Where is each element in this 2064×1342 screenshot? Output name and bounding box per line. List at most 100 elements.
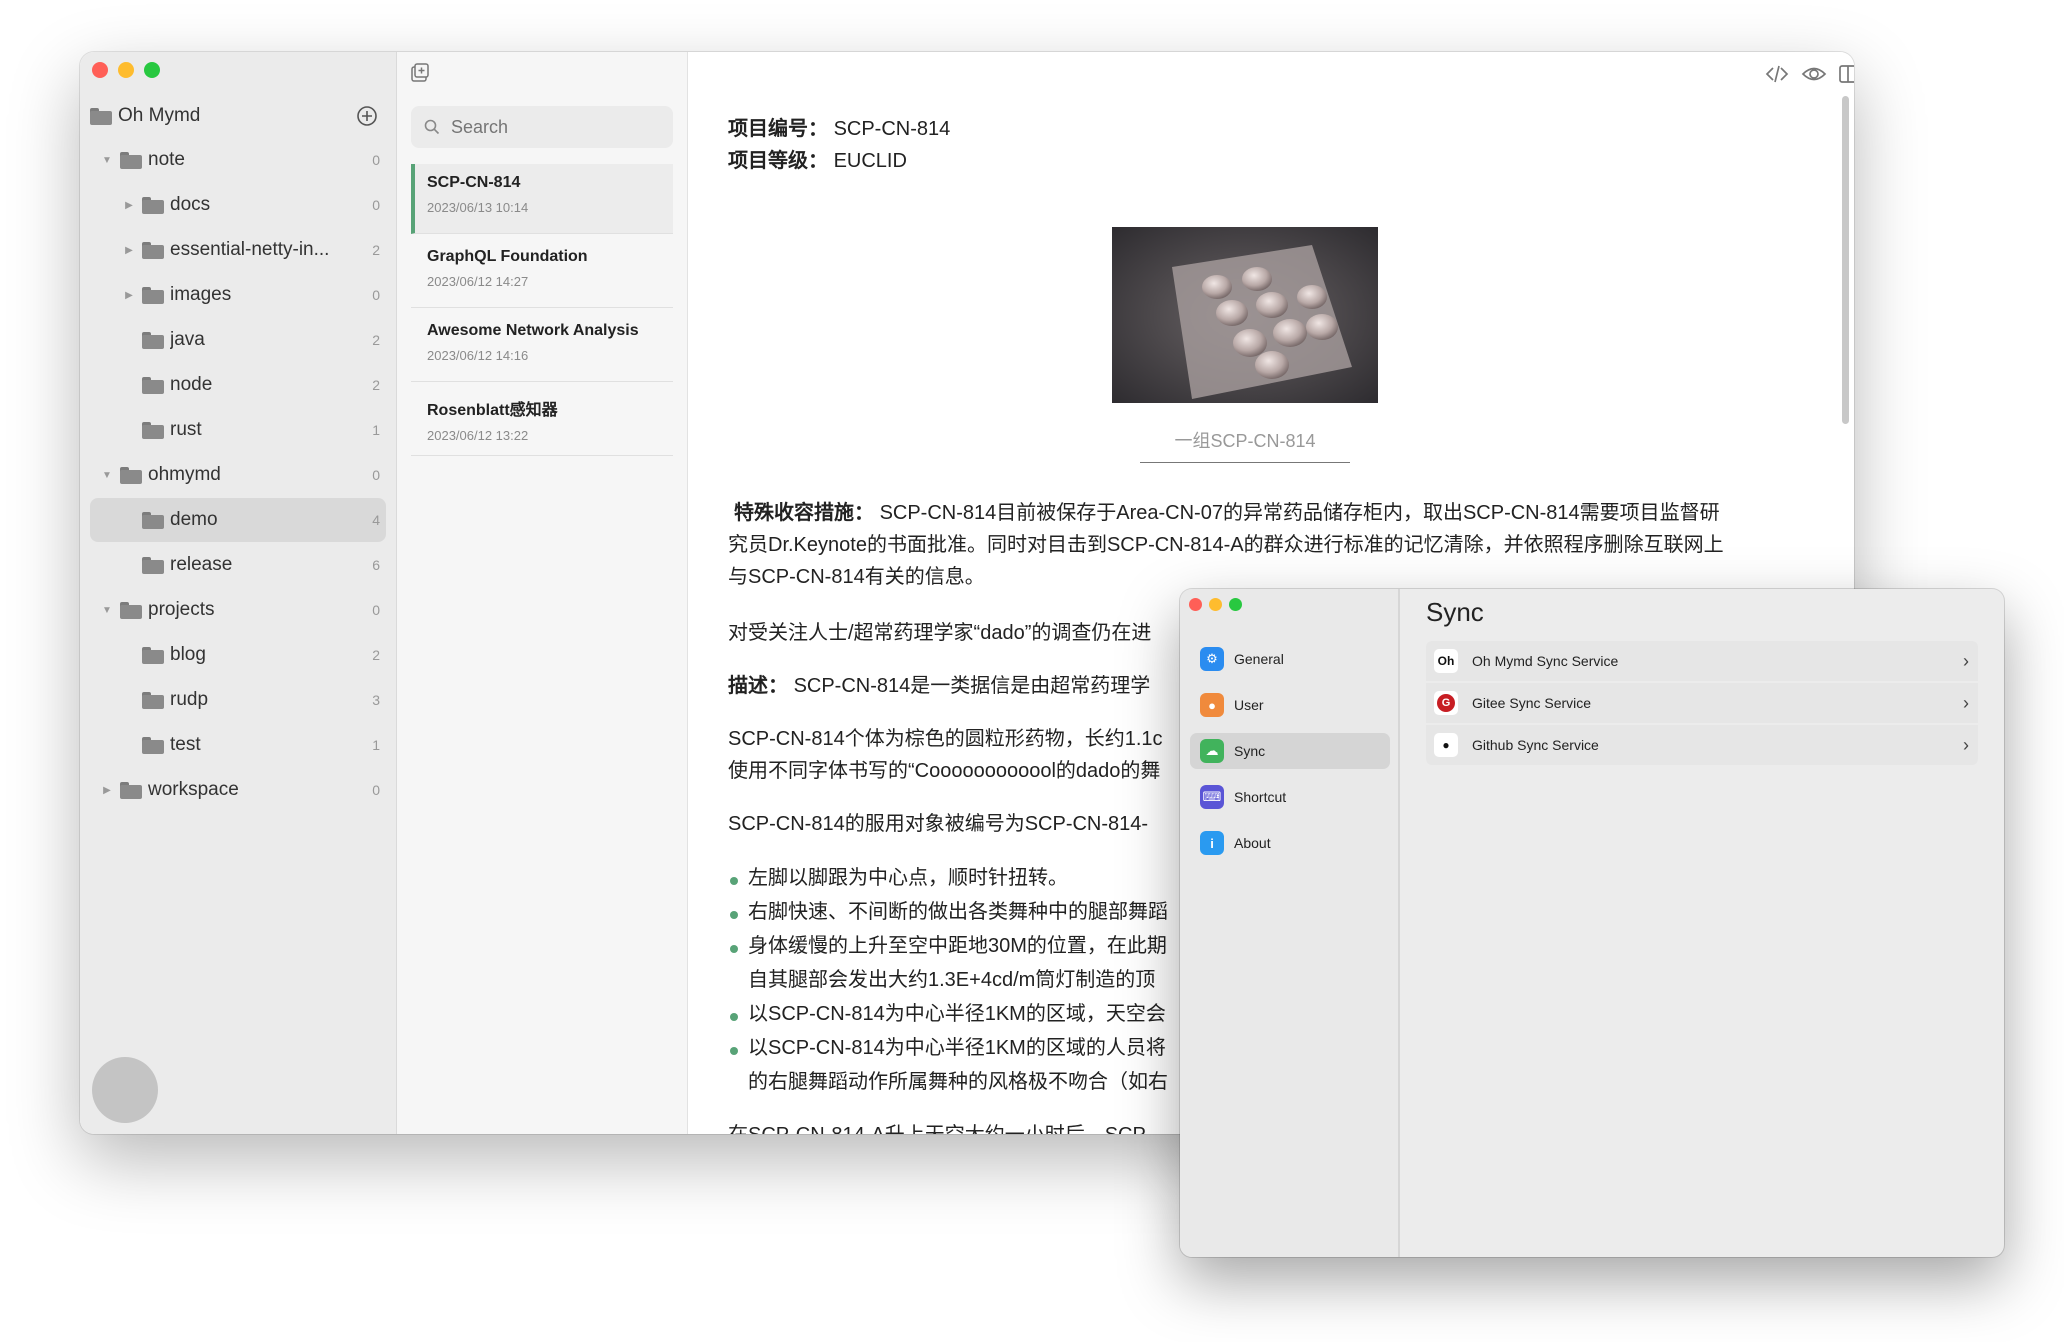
zoom-window-button[interactable]: [1229, 598, 1242, 611]
note-list-item[interactable]: GraphQL Foundation 2023/06/12 14:27: [411, 238, 673, 308]
chevron-right-icon[interactable]: ▶: [124, 290, 134, 301]
sidebar-item-label: essential-netty-in...: [170, 239, 330, 260]
note-count: 3: [372, 692, 380, 708]
editor-scrollbar[interactable]: [1842, 96, 1849, 424]
sidebar-item-demo[interactable]: demo 4: [90, 498, 386, 542]
new-note-icon[interactable]: [409, 62, 431, 84]
folder-icon: [142, 331, 164, 349]
sync-service-label: Github Sync Service: [1472, 737, 1599, 753]
note-list-item[interactable]: Rosenblatt感知器 2023/06/12 13:22: [411, 386, 673, 456]
search-input[interactable]: [449, 115, 653, 139]
bullet-item-3: 身体缓慢的上升至空中距地30M的位置，在此期: [748, 935, 1167, 957]
sidebar-item-label: rudp: [170, 689, 209, 710]
sidebar-item-blog[interactable]: blog 2: [90, 633, 386, 677]
note-count: 0: [372, 782, 380, 798]
sidebar-item-ohmymd[interactable]: ▼ ohmymd 0: [90, 453, 386, 497]
bullet-item-5-continued: 的右腿舞蹈动作所属舞种的风格极不吻合（如右: [748, 1071, 1168, 1093]
avatar[interactable]: [92, 1057, 158, 1123]
settings-menu-shortcut[interactable]: ⌨ Shortcut: [1190, 779, 1390, 815]
chevron-right-icon[interactable]: ▶: [102, 785, 112, 796]
folder-sidebar: Oh Mymd ▼ note 0 ▶ docs 0 ▶ essential-netty-in.…: [80, 52, 397, 1134]
user-icon: ●: [1200, 693, 1224, 717]
settings-menu-label: Shortcut: [1234, 789, 1287, 805]
sidebar-item-node[interactable]: node 2: [90, 363, 386, 407]
note-list-item[interactable]: SCP-CN-814 2023/06/13 10:14: [411, 164, 673, 234]
chevron-down-icon[interactable]: ▼: [102, 605, 112, 616]
sidebar-item-rudp[interactable]: rudp 3: [90, 678, 386, 722]
ohmymd-logo-icon: Oh: [1434, 649, 1458, 673]
sync-service-row[interactable]: ● Github Sync Service ›: [1426, 725, 1978, 765]
add-folder-icon[interactable]: [356, 105, 378, 127]
description-label: 描述：: [728, 675, 788, 697]
note-count: 1: [372, 737, 380, 753]
bullet-item-2: 右脚快速、不间断的做出各类舞种中的腿部舞蹈: [748, 901, 1168, 923]
note-count: 2: [372, 647, 380, 663]
sidebar-item-java[interactable]: java 2: [90, 318, 386, 362]
sidebar-item-images[interactable]: ▶ images 0: [90, 273, 386, 317]
code-view-icon[interactable]: [1765, 62, 1789, 86]
sidebar-item-label: rust: [170, 419, 202, 440]
info-icon: i: [1200, 831, 1224, 855]
item-number-line: 项目编号： SCP-CN-814: [728, 114, 950, 144]
settings-menu-sync[interactable]: ☁ Sync: [1190, 733, 1390, 769]
chevron-right-icon[interactable]: ▶: [124, 200, 134, 211]
sidebar-item-essential-netty-in[interactable]: ▶ essential-netty-in... 2: [90, 228, 386, 272]
chevron-down-icon[interactable]: ▼: [102, 470, 112, 481]
note-count: 4: [372, 512, 380, 528]
search-box[interactable]: [411, 106, 673, 148]
sidebar-root-item[interactable]: Oh Mymd: [90, 94, 386, 138]
settings-menu-label: About: [1234, 835, 1271, 851]
sidebar-item-release[interactable]: release 6: [90, 543, 386, 587]
folder-icon: [142, 196, 164, 214]
preview-eye-icon[interactable]: [1801, 62, 1827, 86]
github-logo-icon: ●: [1434, 733, 1458, 757]
close-window-button[interactable]: [92, 62, 108, 78]
zoom-window-button[interactable]: [144, 62, 160, 78]
note-list-item[interactable]: Awesome Network Analysis 2023/06/12 14:16: [411, 312, 673, 382]
settings-menu-about[interactable]: i About: [1190, 825, 1390, 861]
sidebar-item-docs[interactable]: ▶ docs 0: [90, 183, 386, 227]
folder-icon: [142, 286, 164, 304]
note-count: 1: [372, 422, 380, 438]
chevron-right-icon[interactable]: ▶: [124, 245, 134, 256]
sidebar-item-label: test: [170, 734, 201, 755]
split-view-icon[interactable]: [1838, 62, 1854, 86]
containment-line-2: 究员Dr.Keynote的书面批准。同时对目击到SCP-CN-814-A的群众进…: [728, 534, 1724, 556]
sync-service-row[interactable]: Oh Oh Mymd Sync Service ›: [1426, 641, 1978, 681]
note-count: 2: [372, 332, 380, 348]
settings-window: ⚙ General ● User ☁ Sync ⌨ Shortcut i About Sync O…: [1180, 589, 2004, 1257]
minimize-window-button[interactable]: [118, 62, 134, 78]
item-class-value: EUCLID: [833, 150, 907, 172]
close-window-button[interactable]: [1189, 598, 1202, 611]
chevron-right-icon: ›: [1963, 650, 1969, 671]
sidebar-item-label: demo: [170, 509, 218, 530]
bullet-item-4: 以SCP-CN-814为中心半径1KM的区域，天空会: [748, 1003, 1166, 1025]
search-icon: [424, 119, 440, 135]
folder-icon: [142, 691, 164, 709]
bullet-dot: [730, 1013, 738, 1021]
note-count: 6: [372, 557, 380, 573]
sidebar-item-projects[interactable]: ▼ projects 0: [90, 588, 386, 632]
item-number-value: SCP-CN-814: [833, 118, 951, 140]
sync-service-row[interactable]: G Gitee Sync Service ›: [1426, 683, 1978, 723]
folder-icon: [142, 556, 164, 574]
sidebar-item-label: blog: [170, 644, 206, 665]
sidebar-item-test[interactable]: test 1: [90, 723, 386, 767]
bullet-item-3-continued: 自其腿部会发出大约1.3E+4cd/m筒灯制造的顶: [748, 969, 1156, 991]
bullet-item-1: 左脚以脚跟为中心点，顺时针扭转。: [748, 867, 1068, 889]
settings-menu-general[interactable]: ⚙ General: [1190, 641, 1390, 677]
note-title: Rosenblatt感知器: [427, 402, 558, 419]
sidebar-root-label: Oh Mymd: [118, 105, 201, 126]
containment-text-1: SCP-CN-814目前被保存于Area-CN-07的异常药品储存柜内，取出SC…: [879, 502, 1720, 524]
settings-menu-user[interactable]: ● User: [1190, 687, 1390, 723]
description-text: SCP-CN-814是一类据信是由超常药理学: [793, 675, 1151, 697]
chevron-down-icon[interactable]: ▼: [102, 155, 112, 166]
sidebar-item-label: note: [148, 149, 185, 170]
image-caption: 一组SCP-CN-814: [1174, 431, 1316, 451]
sidebar-item-rust[interactable]: rust 1: [90, 408, 386, 452]
sidebar-item-note[interactable]: ▼ note 0: [90, 138, 386, 182]
sidebar-item-label: release: [170, 554, 233, 575]
sidebar-item-workspace[interactable]: ▶ workspace 0: [90, 768, 386, 812]
minimize-window-button[interactable]: [1209, 598, 1222, 611]
individual-line-1: SCP-CN-814个体为棕色的圆粒形药物，长约1.1c: [728, 728, 1163, 750]
